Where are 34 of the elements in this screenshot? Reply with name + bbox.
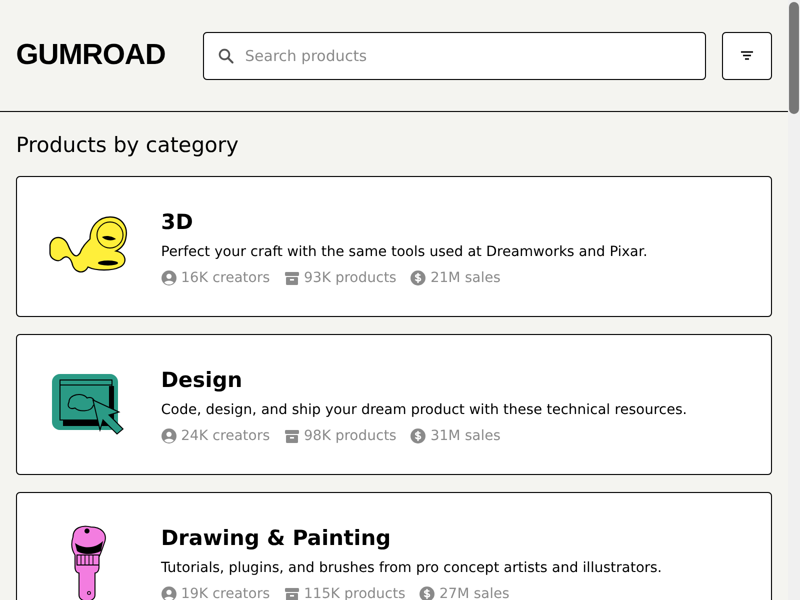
archive-box-icon bbox=[284, 586, 300, 600]
category-title: Design bbox=[161, 368, 244, 392]
creators-count: 19K creators bbox=[181, 586, 270, 600]
dollar-icon bbox=[410, 428, 426, 444]
archive-box-icon bbox=[284, 270, 300, 286]
category-description: Perfect your craft with the same tools used at Dreamworks and Pixar. bbox=[161, 244, 648, 260]
scrollbar[interactable] bbox=[788, 0, 800, 600]
creators-count: 16K creators bbox=[181, 270, 270, 286]
category-title: 3D bbox=[161, 210, 194, 234]
dollar-icon bbox=[410, 270, 426, 286]
creators-count: 24K creators bbox=[181, 428, 270, 444]
category-card[interactable]: Design Code, design, and ship your dream product with these technical resources. 24K creators 98K products 31M sales bbox=[16, 334, 772, 475]
category-description: Code, design, and ship your dream product with these technical resources. bbox=[161, 402, 687, 418]
category-description: Tutorials, plugins, and brushes from pro concept artists and illustrators. bbox=[161, 560, 662, 576]
logo[interactable]: GUMROAD bbox=[16, 39, 187, 72]
products-count: 93K products bbox=[304, 270, 396, 286]
search-bar[interactable]: Search products bbox=[203, 32, 706, 80]
sales-count: 21M sales bbox=[430, 270, 500, 286]
sales-count: 27M sales bbox=[439, 586, 510, 600]
filter-icon bbox=[741, 51, 753, 60]
scrollbar-thumb[interactable] bbox=[789, 2, 799, 114]
user-icon bbox=[161, 586, 177, 600]
search-field[interactable]: Search products bbox=[243, 46, 691, 66]
category-title: Drawing & Painting bbox=[161, 526, 392, 550]
user-icon bbox=[161, 270, 177, 286]
sales-count: 31M sales bbox=[430, 428, 500, 444]
filter-button[interactable] bbox=[722, 32, 772, 80]
dollar-icon bbox=[419, 586, 436, 600]
products-count: 98K products bbox=[304, 428, 396, 444]
archive-box-icon bbox=[284, 428, 300, 444]
search-icon bbox=[218, 48, 234, 64]
user-icon bbox=[161, 428, 177, 444]
category-card[interactable]: 3D Perfect your craft with the same tools used at Dreamworks and Pixar. 16K creators 93K products 21M sales bbox=[16, 176, 772, 317]
section-heading: Products by category bbox=[16, 132, 240, 159]
